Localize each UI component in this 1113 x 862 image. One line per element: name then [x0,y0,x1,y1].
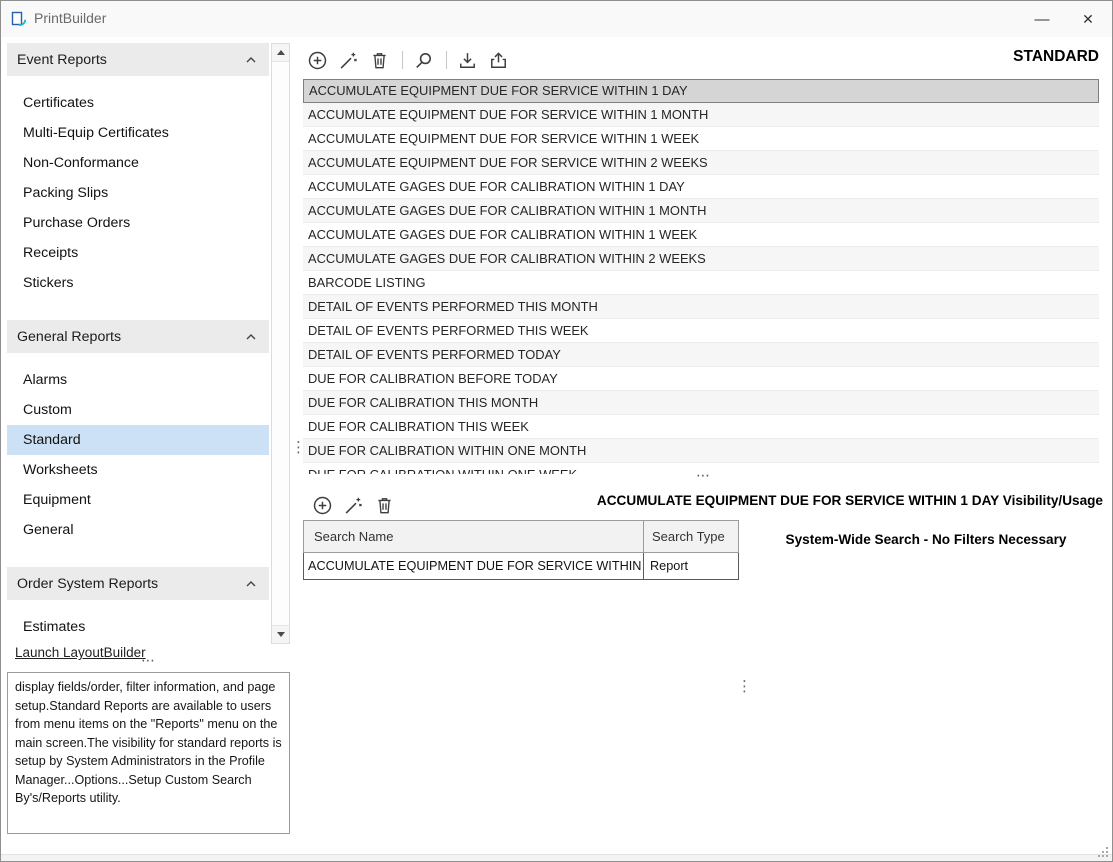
table-cell: Report [644,553,739,580]
section-header-general-reports[interactable]: General Reports [7,320,269,353]
report-row[interactable]: ACCUMULATE EQUIPMENT DUE FOR SERVICE WIT… [303,151,1099,175]
scroll-down-button[interactable] [272,625,289,643]
resize-grip[interactable] [1097,846,1109,858]
report-row[interactable]: ACCUMULATE GAGES DUE FOR CALIBRATION WIT… [303,247,1099,271]
scroll-up-button[interactable] [272,44,289,62]
section-header-order-system-reports[interactable]: Order System Reports [7,567,269,600]
section-header-event-reports[interactable]: Event Reports [7,43,269,76]
sidebar-item-certificates[interactable]: Certificates [7,88,269,118]
detail-resize-handle[interactable]: ⋮ [737,678,752,696]
window-title: PrintBuilder [34,10,106,26]
column-header-search-name[interactable]: Search Name [303,520,644,553]
edit-search-button[interactable] [343,495,364,516]
sidebar-item-non-conformance[interactable]: Non-Conformance [7,148,269,178]
report-row[interactable]: ACCUMULATE GAGES DUE FOR CALIBRATION WIT… [303,199,1099,223]
column-header-search-type[interactable]: Search Type [644,520,739,553]
sidebar-item-estimates[interactable]: Estimates [7,612,269,642]
category-label: STANDARD [1013,48,1099,66]
table-cell: ACCUMULATE EQUIPMENT DUE FOR SERVICE WIT… [303,553,644,580]
sidebar-splitter-handle[interactable]: ⋯ [7,655,290,667]
section-label: Order System Reports [17,576,243,592]
sidebar-item-worksheets[interactable]: Worksheets [7,455,269,485]
sidebar-item-alarms[interactable]: Alarms [7,365,269,395]
down-arrow-icon [277,632,285,637]
main-toolbar [307,45,519,75]
detail-toolbar [312,490,405,520]
section-label: Event Reports [17,52,243,68]
report-description-box: display fields/order, filter information… [7,672,290,834]
add-report-button[interactable] [307,50,328,71]
report-row[interactable]: ACCUMULATE GAGES DUE FOR CALIBRATION WIT… [303,175,1099,199]
close-button[interactable]: ✕ [1065,1,1111,37]
section-label: General Reports [17,329,243,345]
report-row[interactable]: DUE FOR CALIBRATION WITHIN ONE MONTH [303,439,1099,463]
sidebar-item-equipment[interactable]: Equipment [7,485,269,515]
report-row[interactable]: BARCODE LISTING [303,271,1099,295]
search-table: Search NameSearch Type ACCUMULATE EQUIPM… [303,520,739,580]
titlebar: PrintBuilder — ✕ [1,1,1112,37]
report-list: ACCUMULATE EQUIPMENT DUE FOR SERVICE WIT… [303,79,1099,474]
chevron-up-icon[interactable] [243,329,259,345]
sidebar-item-packing-slips[interactable]: Packing Slips [7,178,269,208]
sidebar-item-stickers[interactable]: Stickers [7,268,269,298]
sidebar-sections: Event Reports CertificatesMulti-Equip Cer… [7,43,269,642]
report-row[interactable]: ACCUMULATE EQUIPMENT DUE FOR SERVICE WIT… [303,103,1099,127]
app-icon [10,10,28,28]
sidebar-item-purchase-orders[interactable]: Purchase Orders [7,208,269,238]
sidebar-item-standard[interactable]: Standard [7,425,269,455]
report-row[interactable]: DETAIL OF EVENTS PERFORMED TODAY [303,343,1099,367]
report-row[interactable]: ACCUMULATE EQUIPMENT DUE FOR SERVICE WIT… [303,127,1099,151]
sidebar: Event Reports CertificatesMulti-Equip Cer… [7,43,269,642]
bottom-strip [1,854,1112,861]
minimize-icon: — [1035,11,1050,28]
sidebar-item-multi-equip-certificates[interactable]: Multi-Equip Certificates [7,118,269,148]
system-wide-search-note: System-Wide Search - No Filters Necessar… [746,532,1106,547]
sidebar-resize-handle[interactable]: ⋮ [291,439,306,457]
report-row[interactable]: DETAIL OF EVENTS PERFORMED THIS WEEK [303,319,1099,343]
sidebar-item-custom[interactable]: Custom [7,395,269,425]
visibility-usage-title: ACCUMULATE EQUIPMENT DUE FOR SERVICE WIT… [597,493,1103,508]
import-button[interactable] [457,50,478,71]
sidebar-item-general[interactable]: General [7,515,269,545]
report-row[interactable]: ACCUMULATE GAGES DUE FOR CALIBRATION WIT… [303,223,1099,247]
sidebar-item-receipts[interactable]: Receipts [7,238,269,268]
sidebar-scrollbar[interactable] [271,43,290,644]
report-row[interactable]: DUE FOR CALIBRATION THIS WEEK [303,415,1099,439]
export-button[interactable] [488,50,509,71]
edit-report-button[interactable] [338,50,359,71]
report-row[interactable]: ACCUMULATE EQUIPMENT DUE FOR SERVICE WIT… [303,79,1099,103]
close-icon: ✕ [1082,11,1094,28]
up-arrow-icon [277,50,285,55]
delete-report-button[interactable] [369,50,390,71]
table-row[interactable]: ACCUMULATE EQUIPMENT DUE FOR SERVICE WIT… [303,553,739,580]
report-row[interactable]: DETAIL OF EVENTS PERFORMED THIS MONTH [303,295,1099,319]
minimize-button[interactable]: — [1019,1,1065,37]
report-row[interactable]: DUE FOR CALIBRATION THIS MONTH [303,391,1099,415]
add-search-button[interactable] [312,495,333,516]
toolbar-separator [402,51,403,69]
panel-splitter-handle[interactable]: ⋯ [303,470,1104,482]
toolbar-separator [446,51,447,69]
delete-search-button[interactable] [374,495,395,516]
search-button[interactable] [413,50,434,71]
chevron-up-icon[interactable] [243,576,259,592]
chevron-up-icon[interactable] [243,52,259,68]
printbuilder-window: PrintBuilder — ✕ Event Reports Certificat… [0,0,1113,862]
search-table-header: Search NameSearch Type [303,520,739,553]
search-table-body: ACCUMULATE EQUIPMENT DUE FOR SERVICE WIT… [303,553,739,580]
report-row[interactable]: DUE FOR CALIBRATION BEFORE TODAY [303,367,1099,391]
